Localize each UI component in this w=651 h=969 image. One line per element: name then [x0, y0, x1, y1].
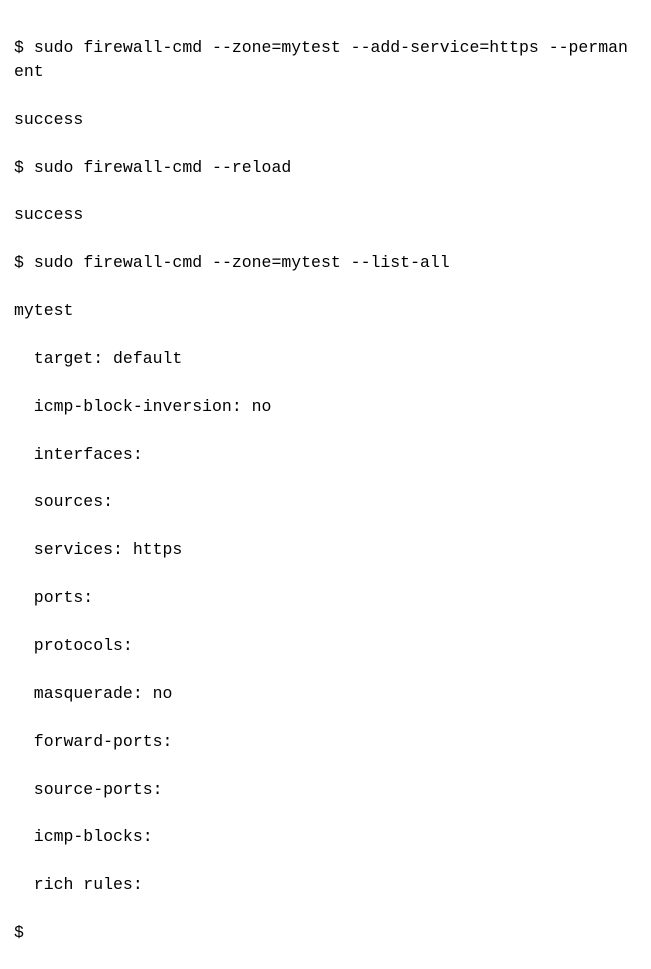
prompt-symbol: $: [14, 253, 24, 272]
terminal-output: $ sudo firewall-cmd --zone=mytest --add-…: [0, 0, 651, 503]
prop-target: target: default: [14, 347, 637, 371]
command-line-3: $ sudo firewall-cmd --zone=mytest --list…: [14, 251, 637, 275]
command-line-1: $ sudo firewall-cmd --zone=mytest --add-…: [14, 36, 637, 84]
prop-rich-rules: rich rules:: [14, 873, 637, 897]
prop-services: services: https: [14, 538, 637, 562]
prop-protocols: protocols:: [14, 634, 637, 658]
prop-icmp-block-inversion: icmp-block-inversion: no: [14, 395, 637, 419]
output-2: success: [14, 203, 637, 227]
prop-masquerade: masquerade: no: [14, 682, 637, 706]
prop-forward-ports: forward-ports:: [14, 730, 637, 754]
prompt-symbol: $: [14, 923, 24, 942]
command-3-text: sudo firewall-cmd --zone=mytest --list-a…: [34, 253, 450, 272]
command-2-text: sudo firewall-cmd --reload: [34, 158, 291, 177]
command-1-text: sudo firewall-cmd --zone=mytest --add-se…: [14, 38, 628, 81]
prop-interfaces: interfaces:: [14, 443, 637, 467]
zone-name: mytest: [14, 299, 637, 323]
prop-ports: ports:: [14, 586, 637, 610]
empty-prompt[interactable]: $: [14, 921, 637, 945]
prop-source-ports: source-ports:: [14, 778, 637, 802]
command-line-2: $ sudo firewall-cmd --reload: [14, 156, 637, 180]
prompt-symbol: $: [14, 158, 24, 177]
prompt-symbol: $: [14, 38, 24, 57]
output-1: success: [14, 108, 637, 132]
prop-sources: sources:: [14, 490, 637, 514]
prop-icmp-blocks: icmp-blocks:: [14, 825, 637, 849]
